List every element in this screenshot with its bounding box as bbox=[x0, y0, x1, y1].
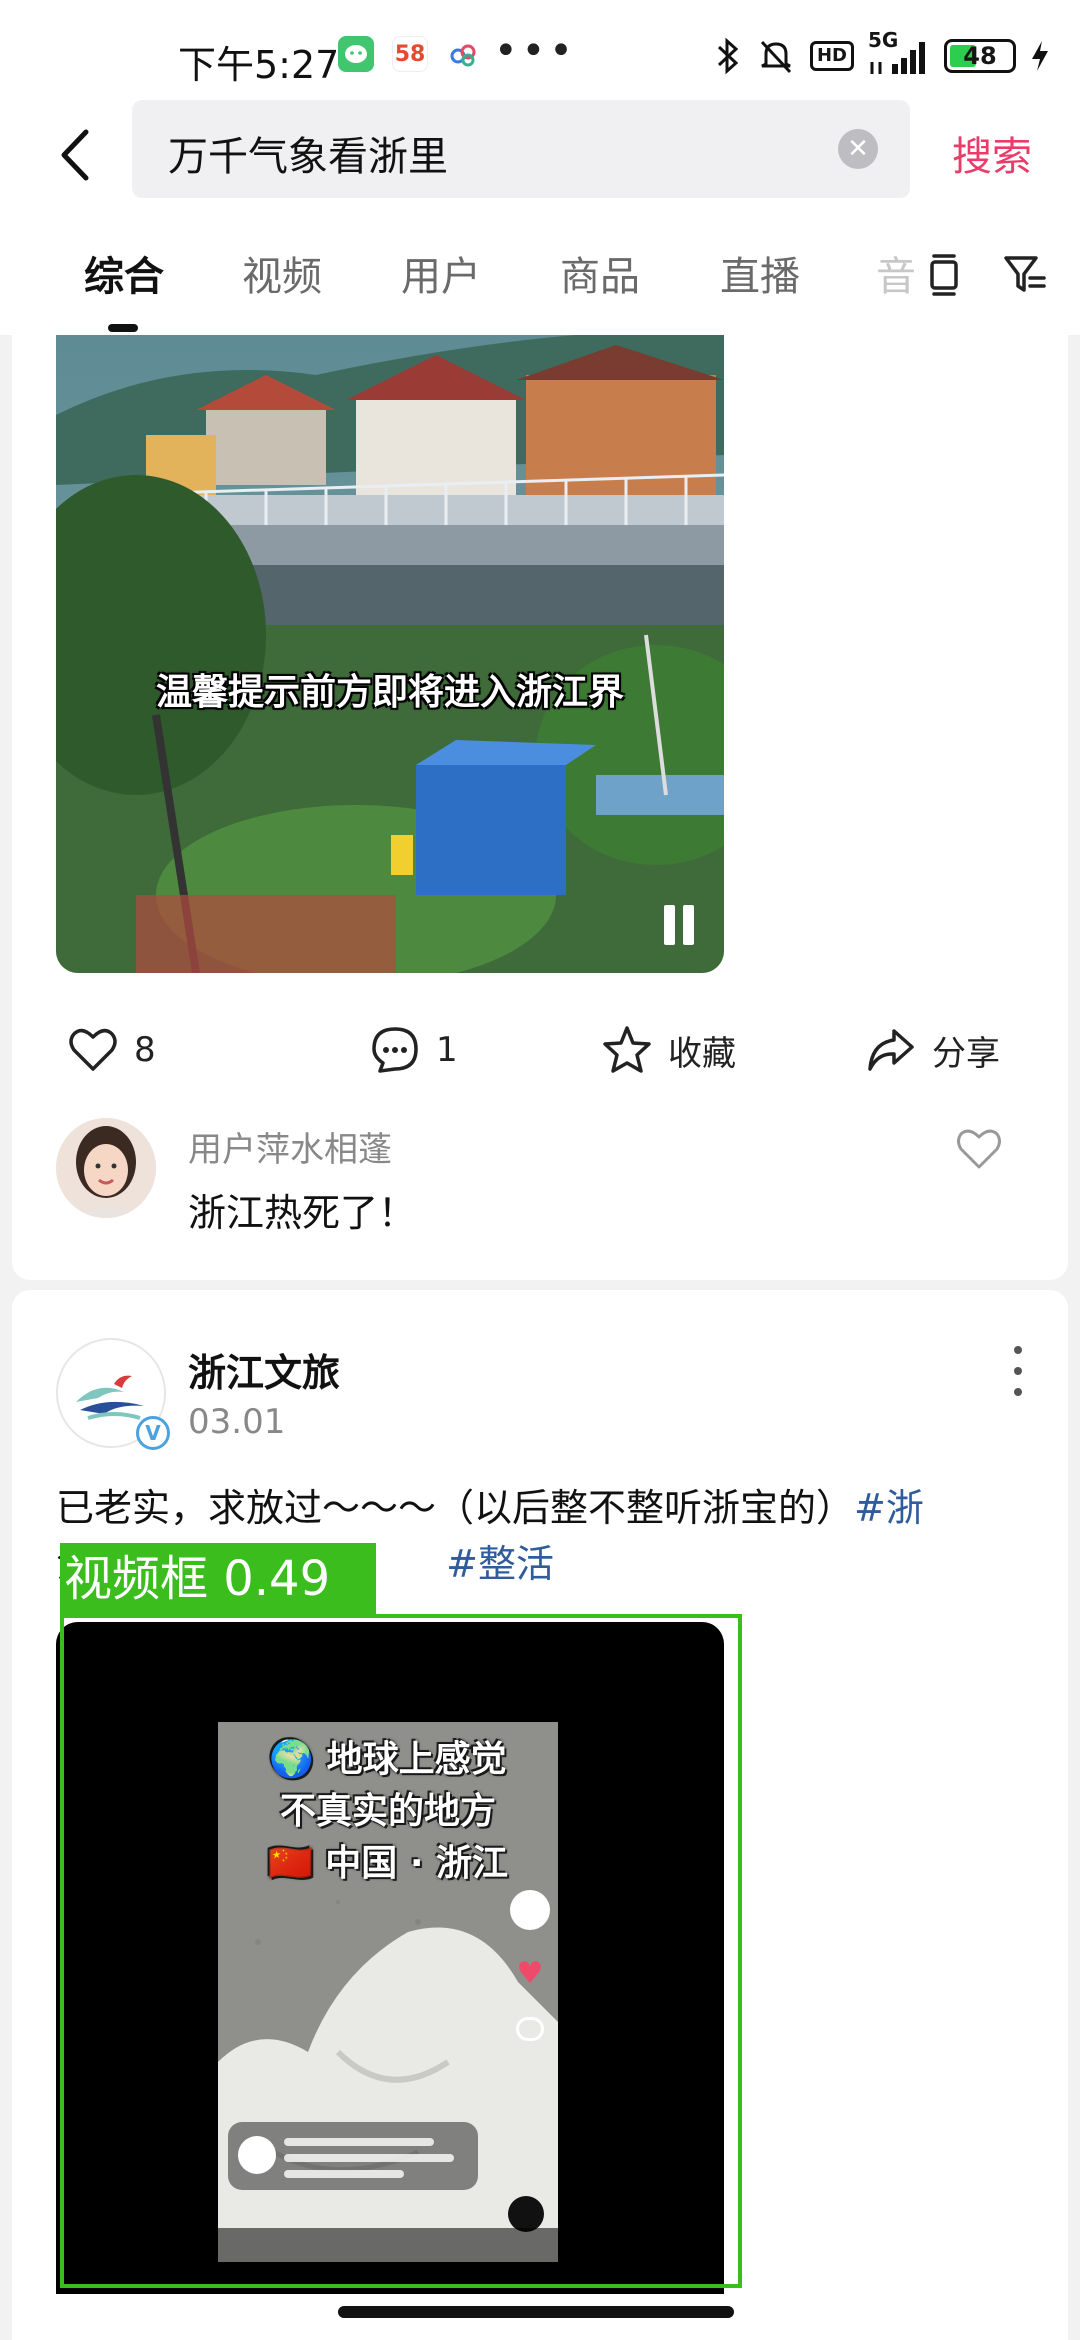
cloud-app-icon bbox=[446, 36, 482, 72]
search-button[interactable]: 搜索 bbox=[952, 124, 1032, 182]
share-arrow-icon bbox=[868, 1029, 914, 1071]
bluetooth-icon bbox=[717, 37, 739, 75]
favorite-label: 收藏 bbox=[668, 1033, 736, 1074]
author-avatar[interactable]: V bbox=[56, 1338, 170, 1450]
more-notifications-icon: ••• bbox=[494, 28, 577, 74]
hashtag-link[interactable]: #浙 bbox=[854, 1486, 924, 1530]
layout-toggle-icon[interactable] bbox=[920, 250, 968, 298]
status-bar: 下午5:27 58 ••• HD 5G 48 bbox=[0, 0, 1080, 100]
active-tab-indicator bbox=[108, 324, 138, 332]
battery-level: 48 bbox=[963, 42, 997, 70]
tab-video[interactable]: 视频 bbox=[242, 244, 322, 302]
video-caption: 温馨提示前方即将进入浙江界 bbox=[156, 672, 625, 713]
more-options-icon[interactable] bbox=[1012, 1346, 1024, 1396]
comment-bubble-icon bbox=[372, 1027, 418, 1073]
detection-box bbox=[60, 1614, 742, 2288]
tab-users[interactable]: 用户 bbox=[401, 244, 481, 302]
video-player[interactable]: 温馨提示前方即将进入浙江界 bbox=[56, 335, 724, 973]
comment-text: 浙江热死了！ bbox=[188, 1191, 417, 1235]
clear-search-icon[interactable]: ✕ bbox=[838, 129, 878, 169]
featured-comment[interactable]: 用户萍水相蓬 浙江热死了！ bbox=[56, 1118, 1056, 1235]
search-header: 万千气象看浙里 ✕ 搜索 bbox=[0, 100, 1080, 210]
search-query: 万千气象看浙里 bbox=[168, 134, 448, 180]
share-button[interactable]: 分享 bbox=[864, 1023, 1000, 1077]
post-text-line1: 已老实，求放过～～～（以后整不整听浙宝的） bbox=[56, 1486, 855, 1530]
hashtag-link[interactable]: #整活 bbox=[446, 1542, 554, 1586]
home-indicator[interactable] bbox=[338, 2306, 734, 2318]
filter-icon[interactable] bbox=[1000, 250, 1048, 298]
verified-badge-icon: V bbox=[136, 1416, 170, 1450]
comment-button[interactable]: 1 bbox=[368, 1023, 458, 1077]
back-arrow-icon[interactable] bbox=[48, 120, 108, 190]
post-text: 已老实，求放过～～～（以后整不整听浙宝的）#浙 bbox=[56, 1480, 1026, 1536]
share-label: 分享 bbox=[932, 1033, 1000, 1074]
screen: 下午5:27 58 ••• HD 5G 48 万千气象看浙里 ✕ 搜索 综合 视… bbox=[0, 0, 1080, 2340]
mute-bell-icon bbox=[760, 40, 792, 74]
search-input[interactable]: 万千气象看浙里 ✕ bbox=[132, 100, 910, 198]
comment-username[interactable]: 用户萍水相蓬 bbox=[188, 1122, 392, 1171]
comment-heart-icon[interactable] bbox=[954, 1124, 1004, 1174]
tab-products[interactable]: 商品 bbox=[560, 244, 640, 302]
charging-icon bbox=[1032, 41, 1048, 71]
favorite-button[interactable]: 收藏 bbox=[600, 1023, 736, 1077]
tab-music-partial[interactable]: 音 bbox=[876, 244, 916, 302]
post-date: 03.01 bbox=[188, 1402, 286, 1442]
network-type: 5G bbox=[868, 28, 899, 52]
status-time: 下午5:27 bbox=[178, 43, 340, 87]
like-button[interactable]: 8 bbox=[66, 1023, 156, 1077]
battery-icon: 48 bbox=[944, 39, 1016, 73]
app-58-icon: 58 bbox=[392, 36, 428, 72]
heart-icon bbox=[69, 1028, 117, 1071]
author-name[interactable]: 浙江文旅 bbox=[188, 1342, 340, 1397]
like-count: 8 bbox=[134, 1030, 156, 1070]
signal-icon: 5G bbox=[868, 28, 930, 76]
filter-tabs: 综合 视频 用户 商品 直播 音 bbox=[0, 210, 1080, 335]
detection-label: 视频框 0.49 bbox=[60, 1543, 376, 1615]
video-frame-village bbox=[56, 335, 724, 973]
pause-icon[interactable] bbox=[664, 905, 694, 945]
star-icon bbox=[603, 1026, 651, 1073]
wechat-icon bbox=[338, 36, 374, 72]
hd-icon: HD bbox=[809, 41, 854, 71]
comment-count: 1 bbox=[436, 1030, 458, 1070]
avatar[interactable] bbox=[56, 1118, 156, 1218]
system-icons: HD 5G 48 bbox=[714, 28, 1050, 76]
tab-live[interactable]: 直播 bbox=[720, 244, 800, 302]
notification-icons: 58 bbox=[338, 36, 482, 72]
tab-comprehensive[interactable]: 综合 bbox=[84, 244, 164, 302]
post-card: 温馨提示前方即将进入浙江界 8 1 收藏 分享 用户萍水相蓬 浙江热死了！ bbox=[12, 335, 1068, 1280]
post-actions: 8 1 收藏 分享 bbox=[12, 1015, 1068, 1085]
